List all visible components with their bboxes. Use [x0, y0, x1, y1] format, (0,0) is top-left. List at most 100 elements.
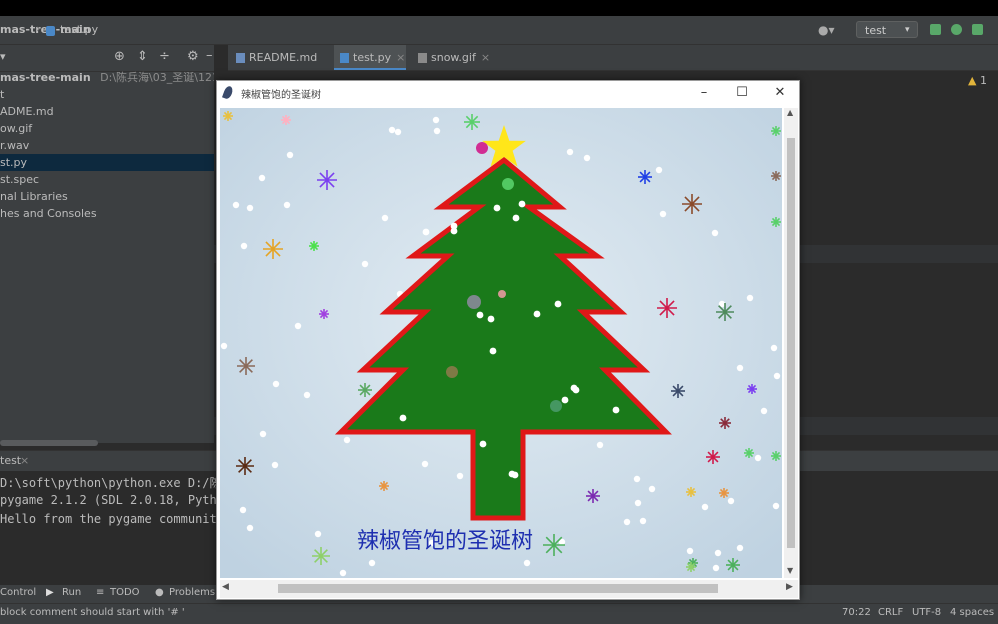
play-icon: ▶: [46, 587, 54, 598]
tab-label: README.md: [249, 51, 318, 64]
debug-icon[interactable]: [951, 24, 962, 35]
scroll-down-icon[interactable]: ▼: [787, 566, 793, 575]
snowflake-icon: [744, 448, 754, 458]
collapse-all-icon[interactable]: ÷: [159, 49, 170, 64]
tree-item-label: nal Libraries: [0, 190, 68, 203]
scroll-up-icon[interactable]: ▲: [787, 108, 793, 117]
ornament-dot: [612, 406, 620, 414]
file-encoding[interactable]: UTF-8: [912, 607, 941, 618]
vertical-scrollbar[interactable]: ▲ ▼: [784, 108, 798, 578]
scroll-left-icon[interactable]: ◀: [222, 582, 229, 592]
status-message: block comment should start with '# ': [0, 607, 185, 618]
tab-test-py[interactable]: test.py ×: [334, 45, 406, 70]
snowflake-dot: [239, 506, 247, 514]
markdown-file-icon: [236, 53, 245, 63]
warning-indicator[interactable]: ▲ 1: [968, 74, 987, 87]
snowflake-dot: [433, 127, 441, 135]
python-file-icon: [340, 53, 349, 63]
snowflake-icon: [771, 217, 781, 227]
tree-item-label: hes and Consoles: [0, 207, 97, 220]
tree-item[interactable]: ADME.md: [0, 103, 214, 120]
snowflake-dot: [456, 472, 464, 480]
snowflake-dot: [773, 372, 781, 380]
run-tab-label[interactable]: test: [0, 454, 21, 467]
close-icon[interactable]: ×: [396, 51, 405, 64]
user-icon[interactable]: ●▾: [818, 23, 835, 37]
tree-item[interactable]: r.wav: [0, 137, 214, 154]
ornament-ball: [498, 290, 506, 298]
minimize-icon[interactable]: –: [206, 48, 213, 63]
image-file-icon: [418, 53, 427, 63]
snowflake-dot: [368, 559, 376, 567]
horizontal-scrollbar[interactable]: [0, 440, 98, 446]
snowflake-dot: [736, 364, 744, 372]
snowflake-dot: [566, 148, 574, 156]
snowflake-dot: [258, 174, 266, 182]
snowflake-dot: [259, 430, 267, 438]
target-icon[interactable]: ⊕: [114, 49, 125, 64]
scroll-right-icon[interactable]: ▶: [786, 582, 793, 592]
list-icon: ≡: [96, 587, 105, 598]
horizontal-scrollbar[interactable]: ◀ ▶: [220, 580, 798, 598]
tree-item[interactable]: ow.gif: [0, 120, 214, 137]
feather-icon: [222, 85, 234, 100]
project-toolbar: ▾ ⊕ ⇕ ÷ ⚙ –: [0, 45, 214, 72]
line-separator[interactable]: CRLF: [878, 607, 903, 618]
maximize-button[interactable]: ☐: [733, 84, 751, 102]
snowflake-dot: [727, 497, 735, 505]
ornament-dot: [518, 200, 526, 208]
ornament-dot: [554, 300, 562, 308]
coverage-icon[interactable]: [972, 24, 983, 35]
tree-item-label: r.wav: [0, 139, 30, 152]
control-tool-button[interactable]: Control: [0, 587, 36, 598]
minimize-button[interactable]: –: [695, 84, 713, 102]
indent-setting[interactable]: 4 spaces: [950, 607, 994, 618]
snowflake-dot: [339, 569, 347, 577]
close-button[interactable]: ✕: [771, 84, 789, 102]
tree-item-selected[interactable]: st.py: [0, 154, 214, 171]
rerun-icon[interactable]: [930, 24, 941, 35]
breadcrumb-file[interactable]: test.py: [60, 23, 98, 36]
gear-icon[interactable]: ⚙: [187, 49, 199, 64]
run-config-label: test: [865, 24, 887, 37]
close-icon[interactable]: ×: [481, 51, 490, 64]
scroll-thumb[interactable]: [787, 138, 795, 548]
snowflake-icon: [379, 481, 389, 491]
window-titlebar[interactable]: 辣椒管饱的圣诞树 – ☐ ✕: [217, 81, 799, 105]
tree-item[interactable]: hes and Consoles: [0, 205, 214, 222]
close-icon[interactable]: ×: [20, 454, 29, 467]
snowflake-dot: [303, 391, 311, 399]
run-config-select[interactable]: test ▾: [856, 21, 918, 38]
tree-item[interactable]: nal Libraries: [0, 188, 214, 205]
caret-position[interactable]: 70:22: [842, 607, 871, 618]
ornament-dot: [561, 396, 569, 404]
scene-caption: 辣椒管饱的圣诞树: [357, 529, 533, 554]
todo-tool-button[interactable]: TODO: [110, 587, 140, 598]
scroll-thumb[interactable]: [278, 584, 718, 593]
ornament-dot: [487, 315, 495, 323]
tab-readme[interactable]: README.md: [232, 45, 326, 70]
tree-item-root[interactable]: mas-tree-main D:\陈兵海\03_圣诞\1215\1_ma: [0, 69, 260, 86]
snowflake-dot: [294, 322, 302, 330]
tree-item-label: st.py: [0, 156, 28, 169]
tab-snow-gif[interactable]: snow.gif ×: [414, 45, 500, 70]
snowflake-dot: [701, 503, 709, 511]
chevron-down-icon[interactable]: ▾: [0, 50, 6, 63]
snowflake-icon: [312, 547, 330, 565]
snowflake-icon: [716, 303, 734, 321]
problems-tool-button[interactable]: Problems: [169, 587, 215, 598]
pygame-window: 辣椒管饱的圣诞树 – ☐ ✕ 辣椒管饱的圣诞树 ▲ ▼ ◀ ▶: [216, 80, 800, 600]
warning-count: 1: [979, 74, 987, 87]
run-tool-button[interactable]: Run: [62, 587, 81, 598]
game-canvas[interactable]: 辣椒管饱的圣诞树: [220, 108, 782, 578]
snowflake-icon: [719, 488, 729, 498]
tree-item[interactable]: st.spec: [0, 171, 214, 188]
expand-all-icon[interactable]: ⇕: [137, 49, 148, 64]
tree-item[interactable]: t: [0, 86, 214, 103]
editor-tabs: README.md test.py × snow.gif ×: [228, 45, 998, 71]
snowflake-dot: [232, 201, 240, 209]
snowflake-icon: [237, 357, 255, 375]
ornament-dot: [489, 347, 497, 355]
ornament-dot: [533, 310, 541, 318]
snowflake-icon: [543, 534, 565, 556]
